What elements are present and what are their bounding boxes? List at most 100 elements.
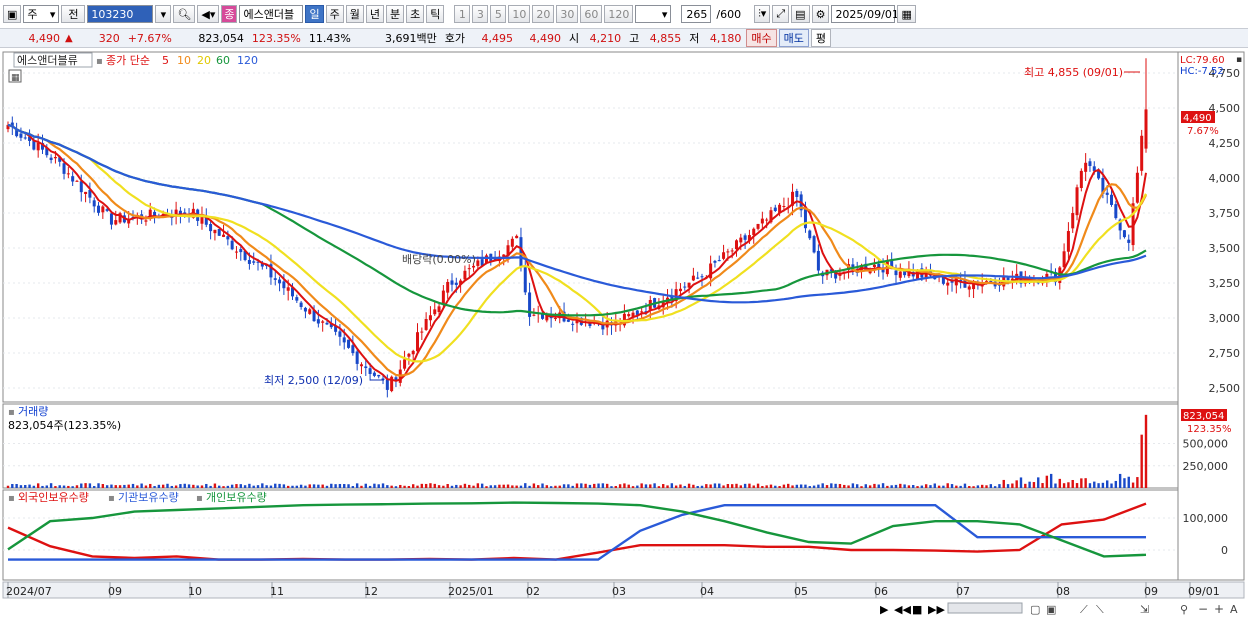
- stock-name-field[interactable]: 에스앤더블: [239, 5, 304, 23]
- count-input[interactable]: 265: [681, 5, 712, 23]
- volume-bar: [1136, 477, 1139, 488]
- price-panel[interactable]: [2, 51, 1179, 403]
- candle-body: [467, 268, 471, 270]
- volume-bar: [713, 483, 717, 488]
- prev-button[interactable]: 전: [61, 5, 86, 23]
- speaker-icon[interactable]: ◀▾: [197, 5, 220, 23]
- volume-bar: [15, 484, 18, 488]
- period-minute[interactable]: 분: [385, 5, 405, 23]
- volume-bar: [114, 485, 117, 488]
- interval-20[interactable]: 20: [532, 5, 555, 23]
- avg-button[interactable]: 평: [810, 29, 832, 47]
- period-month[interactable]: 월: [345, 5, 364, 23]
- sell-button[interactable]: 매도: [778, 29, 809, 47]
- zoom-in-icon[interactable]: +: [1214, 602, 1224, 616]
- interval-30[interactable]: 30: [556, 5, 579, 23]
- period-week[interactable]: 주: [325, 5, 344, 23]
- volume-bar: [45, 485, 48, 488]
- forward-icon[interactable]: ▶▶: [928, 603, 945, 616]
- candle-body: [144, 220, 148, 222]
- volume-bar: [1088, 483, 1092, 488]
- stop-icon[interactable]: ■: [912, 603, 922, 616]
- volume-bar: [825, 485, 829, 488]
- zoom-out-icon[interactable]: −: [1198, 602, 1208, 616]
- buy-button[interactable]: 매수: [746, 29, 777, 47]
- volume-bar: [812, 485, 816, 488]
- calendar-icon[interactable]: ▦: [897, 5, 916, 23]
- volume-bar: [411, 484, 415, 488]
- chart-canvas[interactable]: 4,7504,5004,2504,0003,7503,5003,2503,000…: [0, 50, 1248, 621]
- period-tick[interactable]: 틱: [426, 5, 445, 23]
- interval-120[interactable]: 120: [604, 5, 634, 23]
- period-second[interactable]: 초: [406, 5, 425, 23]
- volume-bar: [480, 483, 484, 488]
- layout-icon[interactable]: ▢: [1030, 603, 1040, 616]
- volume-bar: [692, 484, 695, 488]
- volume-bar: [317, 484, 320, 488]
- save-icon[interactable]: ▤: [791, 5, 810, 23]
- change-percent: +7.67%: [127, 31, 172, 45]
- hc-label: HC:-7.52: [1180, 66, 1224, 77]
- volume-bar: [218, 485, 221, 488]
- panel-close-icon[interactable]: ▪: [1236, 55, 1242, 65]
- volume-bar: [756, 483, 760, 488]
- volume-bar: [235, 484, 238, 488]
- font-size-icon[interactable]: A: [1230, 603, 1238, 616]
- candle-body: [355, 351, 359, 364]
- volume-bar: [1071, 479, 1074, 488]
- volume-bar: [493, 485, 497, 488]
- draw-tools-icon[interactable]: ⤢: [772, 5, 790, 23]
- scrollbar[interactable]: [947, 602, 1023, 614]
- candle-body: [967, 286, 971, 290]
- candle-body: [454, 282, 458, 285]
- window-icon[interactable]: ▣: [3, 5, 22, 23]
- candle-body: [53, 157, 57, 159]
- interval-dropdown[interactable]: ▾: [635, 5, 672, 23]
- volume-panel[interactable]: [2, 403, 1179, 489]
- zoom-icon[interactable]: ⚲: [1180, 603, 1188, 616]
- candle-body: [1140, 135, 1144, 171]
- search-icon[interactable]: 🔍︎: [173, 5, 196, 23]
- interval-10[interactable]: 10: [508, 5, 531, 23]
- interval-1[interactable]: 1: [454, 5, 471, 23]
- candle-body: [752, 228, 756, 236]
- interval-60[interactable]: 60: [580, 5, 603, 23]
- candle-body: [234, 251, 238, 253]
- trend-tool-icon[interactable]: ⟍: [1096, 603, 1104, 616]
- candle-body: [1079, 170, 1083, 188]
- interval-3[interactable]: 3: [472, 5, 489, 23]
- volume-bar: [972, 486, 975, 488]
- volume-bar: [84, 483, 87, 488]
- mode-select[interactable]: 주 ▾: [23, 5, 60, 23]
- volume-bar: [6, 485, 10, 488]
- line-tool-icon[interactable]: ⟋: [1080, 603, 1088, 616]
- volume-bar: [222, 486, 225, 488]
- volume-bar: [636, 485, 639, 488]
- gear-icon[interactable]: ⚙: [811, 5, 830, 23]
- period-year[interactable]: 년: [365, 5, 384, 23]
- cursor-icon[interactable]: ⇲: [1140, 603, 1149, 616]
- code-dropdown-icon[interactable]: ▾: [155, 5, 172, 23]
- volume-bar: [455, 484, 458, 488]
- volume-bar: [903, 484, 906, 488]
- candle-body: [765, 219, 769, 221]
- date-input[interactable]: 2025/09/01: [831, 5, 899, 23]
- rewind-icon[interactable]: ◀◀: [894, 603, 911, 616]
- volume-bar: [110, 484, 113, 488]
- volume-bar: [291, 485, 294, 488]
- interval-5[interactable]: 5: [490, 5, 507, 23]
- candle-body: [985, 280, 989, 282]
- candle-body: [252, 261, 256, 263]
- period-day[interactable]: 일: [305, 5, 324, 23]
- volume-bar: [265, 485, 268, 488]
- svg-text:▪: ▪: [96, 56, 103, 67]
- split-icon[interactable]: ▣: [1046, 603, 1056, 616]
- code-input[interactable]: 103230: [87, 5, 154, 23]
- legend-prefix: 종가 단순: [106, 54, 150, 67]
- volume-bar: [373, 483, 376, 488]
- scroll-right-icon[interactable]: ▶: [880, 603, 889, 616]
- volume-bar: [580, 483, 583, 488]
- volume-bar: [230, 484, 234, 488]
- stock-name-tab[interactable]: 에스앤더블류: [17, 54, 78, 67]
- candle-type-icon[interactable]: ⫶▾: [754, 5, 771, 23]
